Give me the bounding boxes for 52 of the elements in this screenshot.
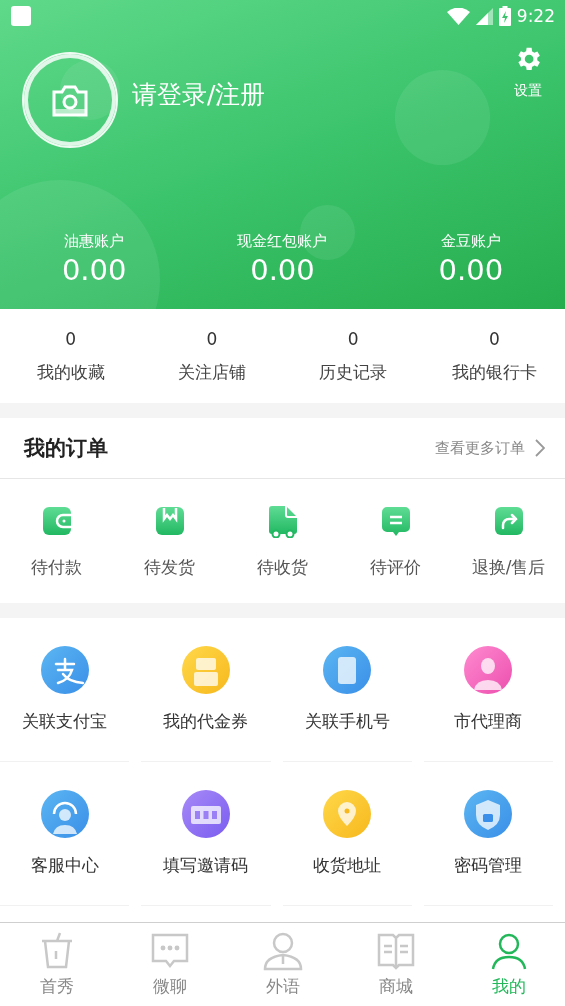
book-icon xyxy=(375,931,416,971)
order-status-button[interactable]: 退换/售后 xyxy=(452,479,565,603)
location-icon xyxy=(323,790,372,838)
status-time: 9:22 xyxy=(516,6,555,26)
payment-icon xyxy=(40,646,89,694)
battery-icon xyxy=(498,6,511,26)
stat-label[interactable]: 我的收藏 xyxy=(36,360,105,384)
service-button[interactable]: 客服中心 xyxy=(0,762,130,906)
decorative-circle xyxy=(60,60,120,120)
stat-count: 0 xyxy=(488,328,500,349)
service-button[interactable]: 密码管理 xyxy=(423,762,553,906)
service-button[interactable]: 市代理商 xyxy=(423,618,553,762)
account-label: 金豆账户 xyxy=(440,232,501,251)
account-balance: 0.00 xyxy=(61,253,127,287)
keypad-icon xyxy=(181,790,230,838)
account-balance: 0.00 xyxy=(438,253,504,287)
stat-count: 0 xyxy=(65,328,77,349)
nav-tab[interactable]: 商城 xyxy=(339,923,452,1006)
nav-tab[interactable]: 微聊 xyxy=(113,923,226,1006)
signal-icon xyxy=(475,7,493,25)
account-label: 现金红包账户 xyxy=(237,232,328,251)
stat-label[interactable]: 历史记录 xyxy=(319,360,388,384)
account-label: 油惠账户 xyxy=(64,232,125,251)
account-balance: 0.00 xyxy=(250,253,315,287)
lock-shield-icon xyxy=(464,790,513,838)
chevron-right-icon xyxy=(535,439,545,457)
person-icon xyxy=(262,931,303,971)
wifi-icon xyxy=(446,7,470,25)
stat-count: 0 xyxy=(347,328,359,349)
nav-tab[interactable]: 外语 xyxy=(226,923,339,1006)
stat-label[interactable]: 关注店铺 xyxy=(177,360,246,384)
nav-tab[interactable]: 首秀 xyxy=(0,923,113,1006)
stat-count: 0 xyxy=(206,328,218,349)
service-button[interactable]: 我的代金券 xyxy=(141,618,271,762)
stat-label[interactable]: 我的银行卡 xyxy=(451,360,537,384)
section-title: 我的订单 xyxy=(24,435,108,462)
order-status-button[interactable]: 待评价 xyxy=(339,479,452,603)
more-orders-link[interactable]: 查看更多订单 xyxy=(435,438,545,458)
order-status-button[interactable]: 待收货 xyxy=(226,479,339,603)
headset-icon xyxy=(40,790,89,838)
order-status-button[interactable]: 待付款 xyxy=(0,479,113,603)
service-button[interactable]: 关联支付宝 xyxy=(0,618,130,762)
coupon-icon xyxy=(181,646,230,694)
agent-icon xyxy=(464,646,513,694)
service-button[interactable]: 填写邀请码 xyxy=(141,762,271,906)
service-button[interactable]: 关联手机号 xyxy=(282,618,412,762)
camera-icon xyxy=(52,83,88,117)
app-notification-icon xyxy=(11,6,31,26)
avatar-button[interactable] xyxy=(22,52,118,148)
phone-icon xyxy=(323,646,372,694)
service-button[interactable]: 收货地址 xyxy=(282,762,412,906)
order-status-button[interactable]: 待发货 xyxy=(113,479,226,603)
